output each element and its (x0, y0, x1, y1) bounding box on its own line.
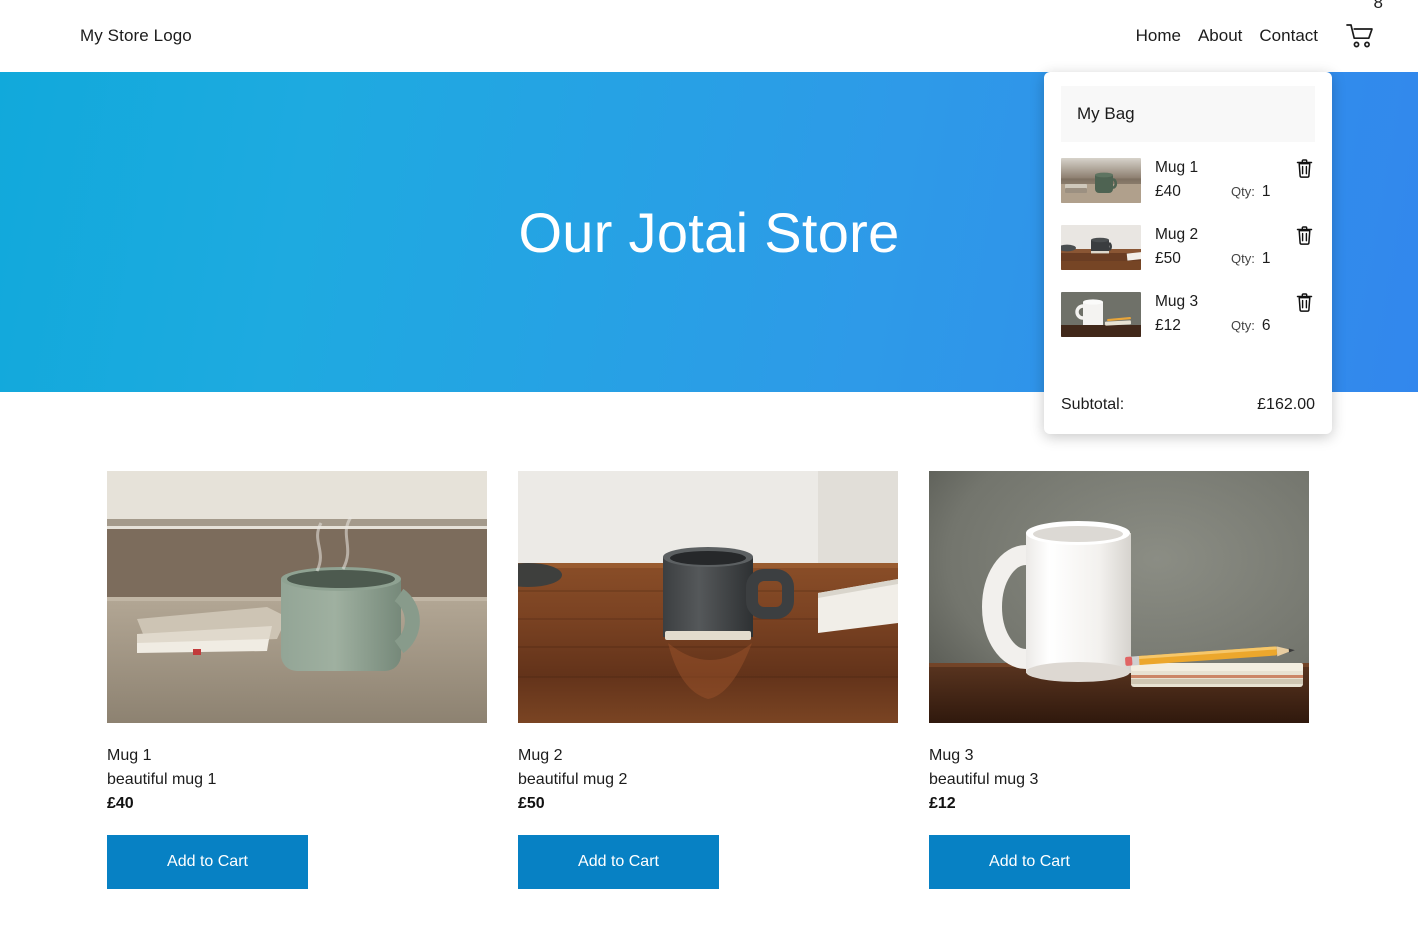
main-navigation: Home About Contact 8 (1123, 0, 1383, 56)
cart-item-details: Mug 1 £40 Qty: 1 (1141, 155, 1287, 204)
product-image[interactable] (518, 471, 898, 723)
cart-item-price: £50 (1155, 250, 1181, 268)
trash-icon (1296, 158, 1312, 178)
cart-badge-count: 8 (1373, 0, 1383, 12)
add-to-cart-button[interactable]: Add to Cart (518, 835, 719, 889)
product-description: beautiful mug 2 (518, 771, 628, 788)
product-name: Mug 2 (518, 747, 563, 764)
cart-item-details: Mug 3 £12 Qty: 6 (1141, 289, 1287, 338)
product-card: Mug 3 beautiful mug 3 £12 Add to Cart (929, 471, 1309, 889)
product-image[interactable] (929, 471, 1309, 723)
cart-item: Mug 1 £40 Qty: 1 (1061, 146, 1315, 213)
product-grid: Mug 1 beautiful mug 1 £40 Add to Cart Mu… (0, 392, 1418, 889)
cart-item-name: Mug 1 (1155, 159, 1199, 176)
shopping-cart-icon (1346, 23, 1373, 47)
cart-item-price: £40 (1155, 183, 1181, 201)
nav-link-contact[interactable]: Contact (1255, 26, 1322, 46)
cart-item-name: Mug 2 (1155, 226, 1199, 244)
cart-item-thumbnail (1061, 292, 1141, 338)
cart-item-qty-label: Qty: (1231, 251, 1255, 267)
cart-item-thumbnail (1061, 158, 1141, 203)
cart-item-qty-value: 6 (1261, 317, 1271, 335)
cart-item-delete-button[interactable] (1293, 223, 1315, 247)
cart-subtotal-label: Subtotal: (1061, 396, 1125, 414)
cart-dropdown-panel: My Bag Mug 1 £40 Qty: 1 Mug 2 £50 Qty: 1… (1044, 72, 1332, 435)
product-description: beautiful mug 1 (107, 771, 217, 788)
cart-item: Mug 2 £50 Qty: 1 (1061, 213, 1315, 280)
cart-button[interactable]: 8 (1344, 0, 1383, 56)
cart-item-delete-button[interactable] (1293, 290, 1315, 314)
product-price: £40 (107, 795, 134, 812)
product-name: Mug 3 (929, 747, 974, 764)
product-price: £12 (929, 795, 956, 812)
cart-item-delete-button[interactable] (1293, 156, 1315, 180)
site-header: My Store Logo Home About Contact 8 (0, 0, 1418, 72)
trash-icon (1296, 292, 1312, 312)
product-description: beautiful mug 3 (929, 771, 1039, 788)
cart-item-price: £12 (1155, 317, 1181, 335)
cart-item-details: Mug 2 £50 Qty: 1 (1141, 222, 1287, 271)
product-card: Mug 1 beautiful mug 1 £40 Add to Cart (107, 471, 487, 889)
cart-item-name: Mug 3 (1155, 293, 1199, 311)
cart-item-qty-label: Qty: (1231, 184, 1255, 200)
add-to-cart-button[interactable]: Add to Cart (929, 835, 1130, 889)
cart-item-qty-value: 1 (1261, 250, 1271, 268)
product-card: Mug 2 beautiful mug 2 £50 Add to Cart (518, 471, 898, 889)
cart-panel-title: My Bag (1061, 86, 1315, 142)
cart-subtotal-row: Subtotal: £162.00 (1061, 396, 1315, 434)
hero-title: Our Jotai Store (518, 200, 900, 264)
cart-item-thumbnail (1061, 225, 1141, 271)
product-name: Mug 1 (107, 747, 152, 764)
trash-icon (1296, 225, 1312, 245)
cart-item-list: Mug 1 £40 Qty: 1 Mug 2 £50 Qty: 1 Mug 3 … (1061, 142, 1315, 347)
cart-item-qty-value: 1 (1261, 183, 1271, 201)
cart-item-qty-label: Qty: (1231, 318, 1255, 334)
cart-subtotal-value: £162.00 (1257, 396, 1315, 414)
product-price: £50 (518, 795, 545, 812)
product-image[interactable] (107, 471, 487, 723)
add-to-cart-button[interactable]: Add to Cart (107, 835, 308, 889)
nav-link-home[interactable]: Home (1132, 26, 1185, 46)
cart-item: Mug 3 £12 Qty: 6 (1061, 280, 1315, 347)
site-logo[interactable]: My Store Logo (80, 26, 192, 46)
nav-link-about[interactable]: About (1194, 26, 1246, 46)
